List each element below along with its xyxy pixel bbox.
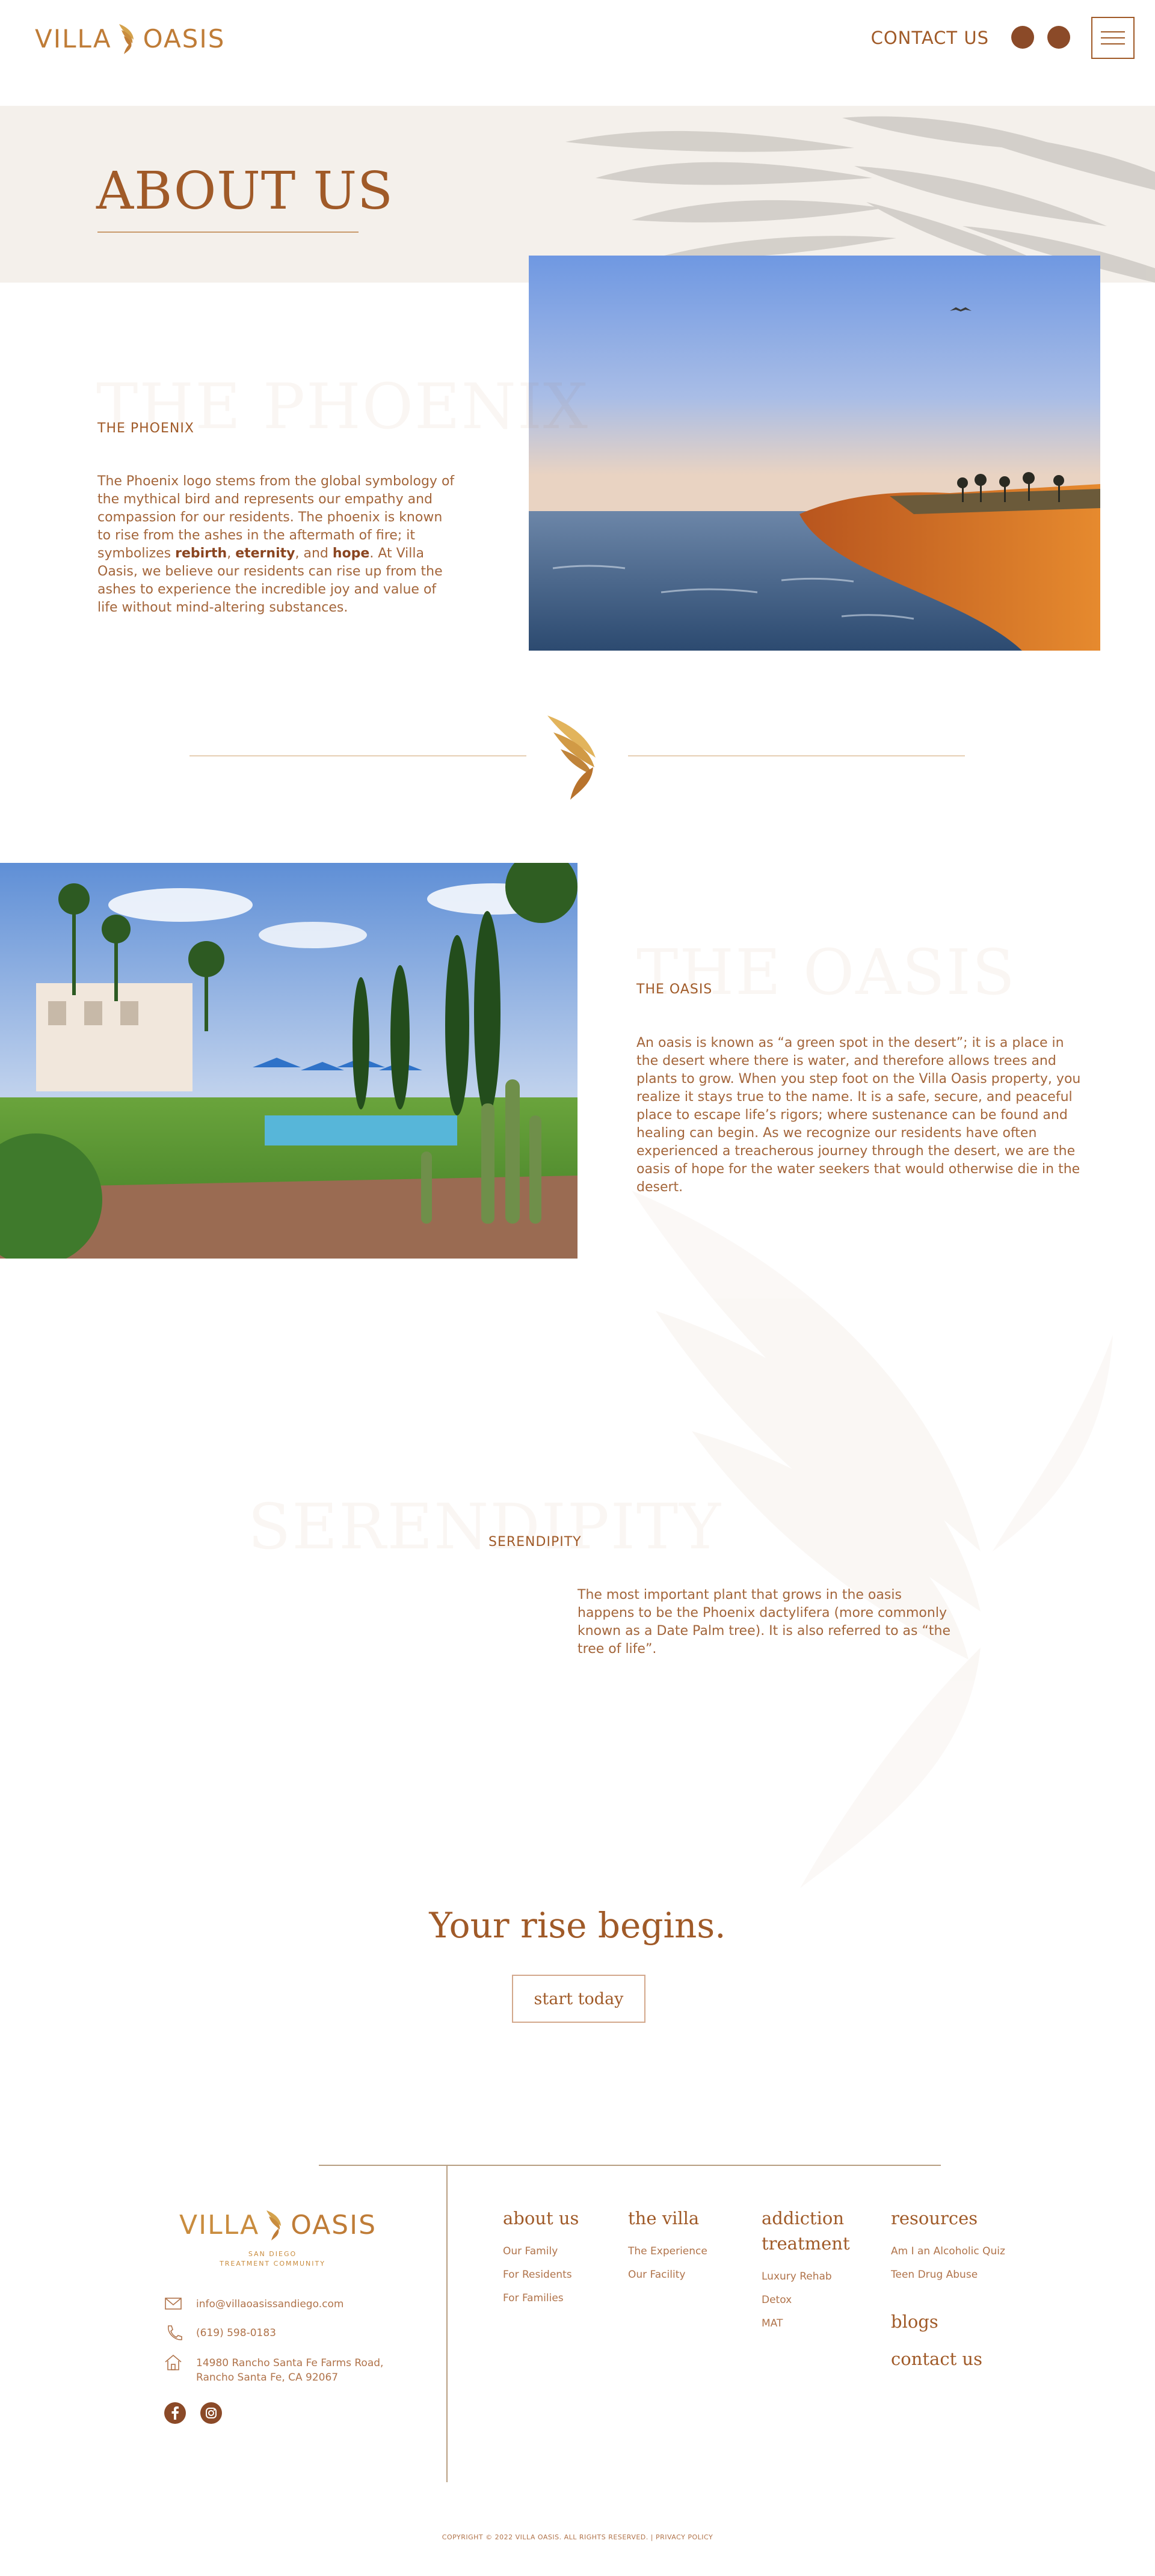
section-label-serendipity: SERENDIPITY [488, 1535, 582, 1550]
section-body-serendipity: The most important plant that grows in t… [578, 1587, 950, 1657]
footer-link-teen-drug-abuse[interactable]: Teen Drug Abuse [891, 2269, 978, 2281]
footer-link-for-residents[interactable]: For Residents [503, 2269, 572, 2281]
hamburger-menu-icon[interactable] [1091, 17, 1135, 59]
section-watermark-serendipity: SERENDIPITY [248, 1490, 722, 1563]
section-label-oasis: THE OASIS [636, 982, 713, 997]
footer-phoenix-icon [266, 2210, 282, 2240]
page-title: ABOUT US [96, 161, 393, 221]
footer-email-link[interactable]: info@villaoasissandiego.com [196, 2297, 343, 2311]
coastline-photo [529, 256, 1100, 651]
start-today-button[interactable]: start today [512, 1975, 645, 2023]
footer-address-line-1: 14980 Rancho Santa Fe Farms Road, [196, 2357, 384, 2369]
copyright-notice: COPYRIGHT © 2022 VILLA OASIS. ALL RIGHTS… [442, 2533, 713, 2541]
divider-line-left [189, 755, 526, 756]
footer-heading-blogs[interactable]: blogs [891, 2309, 938, 2334]
villa-grounds-photo [0, 863, 578, 1259]
facebook-icon[interactable] [1011, 26, 1034, 49]
footer-link-our-facility[interactable]: Our Facility [628, 2269, 685, 2281]
logo-word-left: VILLA [35, 23, 112, 54]
site-logo[interactable]: VILLA OASIS [35, 22, 225, 55]
footer-heading-about-us[interactable]: about us [503, 2206, 579, 2231]
footer-link-detox[interactable]: Detox [762, 2294, 792, 2306]
section-label-phoenix: THE PHOENIX [97, 421, 194, 436]
logo-word-right: OASIS [143, 23, 226, 54]
footer-logo-word-right: OASIS [291, 2209, 377, 2240]
phoenix-logo-icon [119, 24, 134, 54]
footer-link-the-experience[interactable]: The Experience [628, 2245, 707, 2257]
footer-heading-the-villa[interactable]: the villa [628, 2206, 699, 2231]
phone-icon [168, 2325, 182, 2340]
home-icon [165, 2354, 182, 2370]
section-body-phoenix: The Phoenix logo stems from the global s… [97, 474, 455, 615]
mail-icon [165, 2298, 182, 2310]
contact-us-link[interactable]: CONTACT US [871, 28, 989, 48]
section-watermark-oasis: THE OASIS [636, 936, 1016, 1009]
footer-phone-link[interactable]: (619) 598-0183 [196, 2326, 276, 2340]
footer-tagline-1: SAN DIEGO [248, 2250, 297, 2258]
footer-link-mat[interactable]: MAT [762, 2317, 783, 2329]
instagram-icon[interactable] [200, 2402, 223, 2424]
footer-divider-vertical [446, 2165, 448, 2482]
cta-title: Your rise begins. [429, 1905, 726, 1946]
instagram-icon[interactable] [1047, 26, 1070, 49]
footer-link-luxury-rehab[interactable]: Luxury Rehab [762, 2271, 832, 2283]
section-body-oasis: An oasis is known as “a green spot in th… [636, 1035, 1081, 1195]
footer-link-alcoholic-quiz[interactable]: Am I an Alcoholic Quiz [891, 2245, 1005, 2257]
footer-heading-contact-us[interactable]: contact us [891, 2346, 982, 2372]
footer-heading-treatment[interactable]: treatment [762, 2231, 850, 2256]
footer-heading-resources[interactable]: resources [891, 2206, 978, 2231]
footer-address-line-2: Rancho Santa Fe, CA 92067 [196, 2372, 339, 2384]
footer-link-for-families[interactable]: For Families [503, 2292, 564, 2304]
footer-logo[interactable]: VILLA OASIS [179, 2208, 377, 2242]
footer-link-our-family[interactable]: Our Family [503, 2245, 558, 2257]
footer-tagline-2: TREATMENT COMMUNITY [220, 2260, 325, 2268]
footer-logo-word-left: VILLA [179, 2209, 260, 2240]
footer-divider-top [319, 2165, 941, 2166]
title-underline [97, 232, 359, 233]
footer-heading-addiction[interactable]: addiction [762, 2206, 844, 2231]
facebook-icon[interactable] [164, 2402, 186, 2424]
divider-line-right [628, 755, 965, 756]
phoenix-emblem-icon [547, 716, 596, 800]
